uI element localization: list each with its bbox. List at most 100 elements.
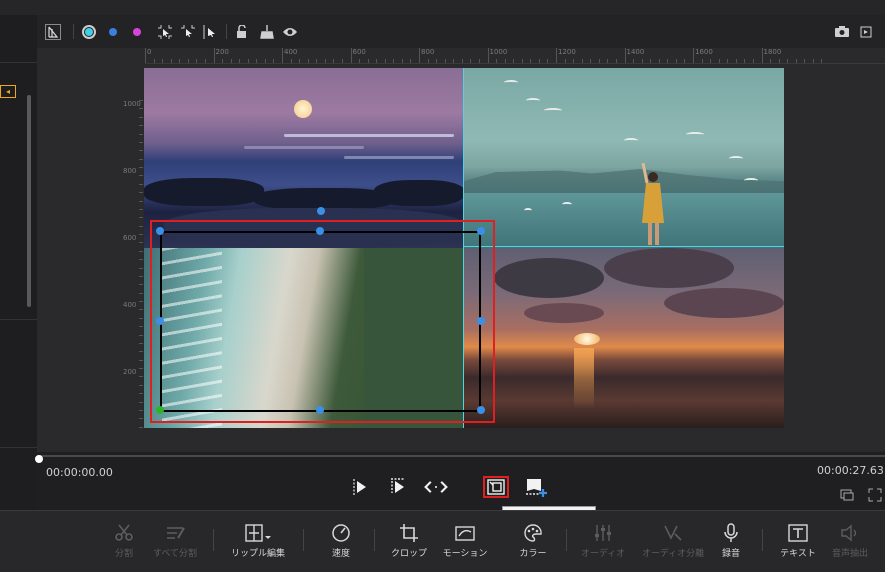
ruler-top-minor-tick: [667, 59, 669, 63]
ripple-edit-tool[interactable]: リップル編集: [228, 523, 288, 559]
rotate-handle[interactable]: [317, 207, 325, 215]
prev-next-button[interactable]: [423, 476, 449, 498]
ruler-top-minor-tick: [307, 59, 309, 63]
resize-handle-top-right[interactable]: [477, 227, 485, 235]
crop-tool[interactable]: クロップ: [389, 523, 429, 559]
speed-tool[interactable]: 速度: [329, 523, 353, 559]
ruler-left-minor-tick: [139, 259, 143, 261]
ruler-top-minor-tick: [804, 59, 806, 63]
ruler-left-minor-tick: [139, 276, 143, 277]
ruler-top-minor-tick: [222, 59, 224, 63]
palette-icon: [523, 523, 543, 543]
magenta-dot-icon[interactable]: [133, 23, 141, 40]
ruler-top-minor-tick: [247, 59, 249, 63]
ruler-left-minor-tick: [139, 376, 143, 378]
ruler-top-minor-tick: [513, 59, 515, 63]
microphone-icon: [721, 523, 741, 543]
ruler-top-tick: [761, 48, 763, 63]
play-button[interactable]: [385, 476, 411, 498]
track-marker-icon[interactable]: ◂: [0, 85, 16, 98]
total-time: 00:00:27.63: [817, 464, 884, 477]
ruler-left-minor-tick: [139, 125, 143, 127]
ruler-top-label: 1400: [626, 48, 645, 56]
ruler-left-minor-tick: [139, 410, 143, 411]
record-label: 録音: [721, 548, 740, 558]
ruler-top-tick: [556, 48, 557, 63]
record-tool[interactable]: 録音: [719, 523, 743, 559]
select-pointer-icon[interactable]: [203, 23, 219, 40]
left-panel-scrollbar[interactable]: [27, 95, 31, 307]
ruler-left-minor-tick: [139, 426, 143, 428]
transform-button[interactable]: [483, 476, 509, 498]
ruler-top-minor-tick: [470, 59, 472, 63]
expand-icon[interactable]: [868, 488, 882, 502]
ruler-top-minor-tick: [735, 59, 737, 63]
motion-tool[interactable]: モーション: [440, 523, 490, 559]
speedometer-icon: [331, 523, 351, 543]
ruler-left-label: 1000: [123, 100, 141, 108]
anchor-handle-bottom-left[interactable]: [156, 406, 164, 414]
transform-bounding-box[interactable]: [160, 231, 481, 412]
ruler-left-minor-tick: [139, 225, 143, 227]
export-frame-button[interactable]: [523, 476, 549, 498]
fullscreen-preview-icon[interactable]: [859, 23, 873, 40]
ruler-top-label: 800: [421, 48, 435, 56]
ruler-left-minor-tick: [139, 250, 143, 252]
preview-toolbar: [37, 15, 885, 48]
ruler-left-minor-tick: [139, 359, 143, 361]
split-all-tool[interactable]: すべて分割: [150, 523, 200, 559]
color-tool[interactable]: カラー: [518, 523, 548, 559]
ruler-left-minor-tick: [139, 133, 143, 135]
clip-beach-sunset[interactable]: [464, 248, 784, 428]
ruler-top-label: 1800: [763, 48, 782, 56]
ruler-top-label: 1200: [558, 48, 576, 56]
ruler-left-minor-tick: [139, 418, 143, 420]
ruler-top-minor-tick: [581, 59, 583, 63]
ruler-top-minor-tick: [787, 59, 789, 63]
ruler-top-minor-tick: [333, 59, 335, 63]
select-group-icon[interactable]: [180, 23, 196, 40]
picture-in-picture-icon[interactable]: [840, 488, 854, 501]
ruler-left-minor-tick: [139, 368, 143, 369]
camera-icon[interactable]: [834, 23, 850, 40]
ruler-top-label: 1600: [695, 48, 713, 56]
safe-area-icon[interactable]: [45, 23, 61, 40]
seek-bar[interactable]: [35, 455, 885, 463]
clear-icon[interactable]: [259, 23, 275, 40]
play-from-in-button[interactable]: [347, 476, 373, 498]
resize-handle-top-left[interactable]: [156, 227, 164, 235]
split-tool[interactable]: 分割: [112, 523, 136, 559]
text-tool[interactable]: テキスト: [778, 523, 818, 559]
select-all-icon[interactable]: [157, 23, 173, 40]
resize-handle-bottom-right[interactable]: [477, 406, 485, 414]
current-time: 00:00:00.00: [46, 466, 113, 479]
ruler-top-minor-tick: [564, 59, 566, 63]
scissors-icon: [114, 523, 134, 543]
resize-handle-top[interactable]: [316, 227, 324, 235]
ruler-top-minor-tick: [641, 59, 643, 63]
ruler-left-label: 600: [123, 234, 137, 242]
audio-tool[interactable]: オーディオ: [578, 523, 628, 559]
ruler-top: 0 200 400 600 800 1000 1200 1400 1600 1800: [145, 48, 885, 64]
ruler-left-minor-tick: [139, 209, 143, 210]
ruler-left-label: 400: [123, 301, 137, 309]
eye-icon[interactable]: [282, 23, 298, 40]
ripple-edit-label: リップル編集: [230, 548, 285, 558]
clip-woman-birds[interactable]: [464, 68, 784, 248]
blue-dot-icon[interactable]: [109, 23, 117, 40]
left-divider: [0, 447, 37, 448]
crop-label: クロップ: [390, 548, 427, 558]
audio-detach-tool[interactable]: オーディオ分離: [638, 523, 708, 559]
extract-audio-label: 音声抽出: [831, 548, 868, 558]
extract-audio-tool[interactable]: 音声抽出: [830, 523, 870, 559]
resize-handle-right[interactable]: [477, 317, 485, 325]
ruler-left-minor-tick: [139, 309, 143, 311]
resize-handle-bottom[interactable]: [316, 406, 324, 414]
cyan-dot-icon[interactable]: [82, 23, 96, 40]
ruler-left-minor-tick: [139, 242, 143, 244]
lock-icon[interactable]: [235, 23, 249, 40]
seek-knob[interactable]: [35, 455, 43, 463]
preview-canvas[interactable]: 0 200 400 600 800 1000 1200 1400 1600 1800 1000 80…: [37, 48, 885, 452]
ruler-top-minor-tick: [162, 59, 164, 63]
resize-handle-left[interactable]: [156, 317, 164, 325]
